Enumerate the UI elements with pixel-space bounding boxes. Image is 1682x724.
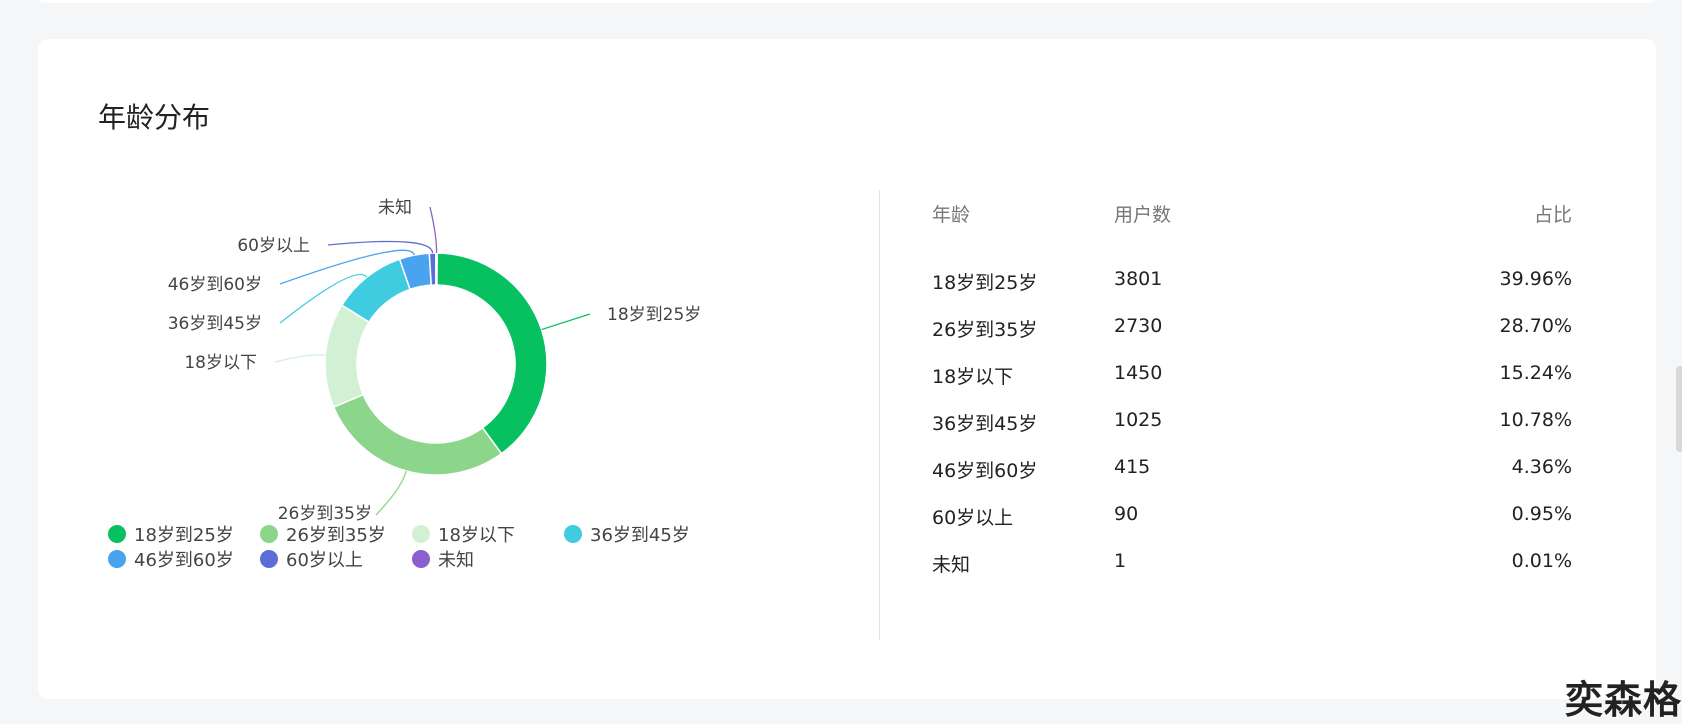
cell-age: 36岁到45岁 — [932, 413, 1038, 435]
cell-age: 60岁以上 — [932, 507, 1014, 529]
cell-users: 415 — [1114, 456, 1151, 478]
legend-item[interactable]: 26岁到35岁 — [260, 521, 386, 547]
header-ratio: 占比 — [1533, 204, 1572, 226]
watermark-logo: 奕森格 — [1564, 678, 1682, 722]
cell-ratio: 28.70% — [1499, 315, 1572, 337]
legend-label: 26岁到35岁 — [286, 525, 386, 546]
slice-label: 36岁到45岁 — [168, 314, 262, 334]
cell-users: 2730 — [1114, 315, 1163, 337]
legend-label: 18岁以下 — [438, 525, 515, 546]
cell-ratio: 0.95% — [1511, 503, 1572, 525]
header-age: 年龄 — [932, 204, 971, 226]
table-row: 60岁以上 90 0.95% — [932, 503, 1572, 550]
slice-label: 46岁到60岁 — [168, 275, 262, 295]
header-users: 用户数 — [1114, 204, 1172, 226]
cell-users: 90 — [1114, 503, 1139, 525]
legend-item[interactable]: 46岁到60岁 — [108, 546, 234, 572]
leader-line — [327, 240, 434, 254]
cell-age: 46岁到60岁 — [932, 460, 1038, 482]
cell-ratio: 15.24% — [1499, 362, 1572, 384]
donut-slice[interactable] — [435, 252, 548, 455]
legend-item[interactable]: 未知 — [412, 546, 474, 572]
slice-label: 未知 — [378, 198, 412, 218]
legend-dot-icon — [108, 550, 126, 568]
legend-dot-icon — [412, 525, 430, 543]
cell-users: 1450 — [1114, 362, 1163, 384]
legend-item[interactable]: 18岁到25岁 — [108, 521, 234, 547]
legend-dot-icon — [260, 525, 278, 543]
table-row: 18岁到25岁 3801 39.96% — [932, 268, 1572, 315]
cell-users: 1025 — [1114, 409, 1163, 431]
legend-label: 18岁到25岁 — [134, 525, 234, 546]
cell-ratio: 10.78% — [1499, 409, 1572, 431]
donut-slice[interactable] — [332, 393, 503, 476]
cell-age: 未知 — [932, 554, 971, 576]
table-row: 46岁到60岁 415 4.36% — [932, 456, 1572, 503]
legend-dot-icon — [564, 525, 582, 543]
cell-age: 26岁到35岁 — [932, 319, 1038, 341]
leader-line — [429, 206, 438, 254]
legend-dot-icon — [412, 550, 430, 568]
side-tab[interactable] — [1676, 366, 1682, 452]
table-row: 18岁以下 1450 15.24% — [932, 362, 1572, 409]
table-row: 36岁到45岁 1025 10.78% — [932, 409, 1572, 456]
legend-item[interactable]: 18岁以下 — [412, 521, 515, 547]
donut-slice[interactable] — [324, 304, 371, 409]
cell-ratio: 4.36% — [1511, 456, 1572, 478]
legend-label: 未知 — [438, 550, 474, 571]
legend-item[interactable]: 60岁以上 — [260, 546, 363, 572]
cell-users: 1 — [1114, 550, 1127, 572]
legend-label: 46岁到60岁 — [134, 550, 234, 571]
slice-label: 18岁到25岁 — [607, 305, 701, 325]
table-header: 年龄 用户数 占比 — [932, 200, 1572, 268]
leader-line — [274, 354, 326, 363]
leader-line — [541, 313, 591, 331]
legend-label: 36岁到45岁 — [590, 525, 690, 546]
table-row: 未知 1 0.01% — [932, 550, 1572, 597]
legend-item[interactable]: 36岁到45岁 — [564, 521, 690, 547]
legend-dot-icon — [108, 525, 126, 543]
cell-ratio: 0.01% — [1511, 550, 1572, 572]
cell-ratio: 39.96% — [1499, 268, 1572, 290]
table-row: 26岁到35岁 2730 28.70% — [932, 315, 1572, 362]
age-table: 年龄 用户数 占比 18岁到25岁 3801 39.96% 26岁到35岁 27… — [932, 200, 1572, 597]
legend-dot-icon — [260, 550, 278, 568]
slice-label: 60岁以上 — [237, 236, 310, 256]
cell-age: 18岁到25岁 — [932, 272, 1038, 294]
cell-age: 18岁以下 — [932, 366, 1014, 388]
legend-label: 60岁以上 — [286, 550, 363, 571]
slice-label: 18岁以下 — [184, 353, 257, 373]
cell-users: 3801 — [1114, 268, 1163, 290]
leader-line — [375, 470, 407, 516]
donut-slice[interactable] — [435, 252, 439, 286]
donut-slice[interactable] — [428, 252, 437, 286]
